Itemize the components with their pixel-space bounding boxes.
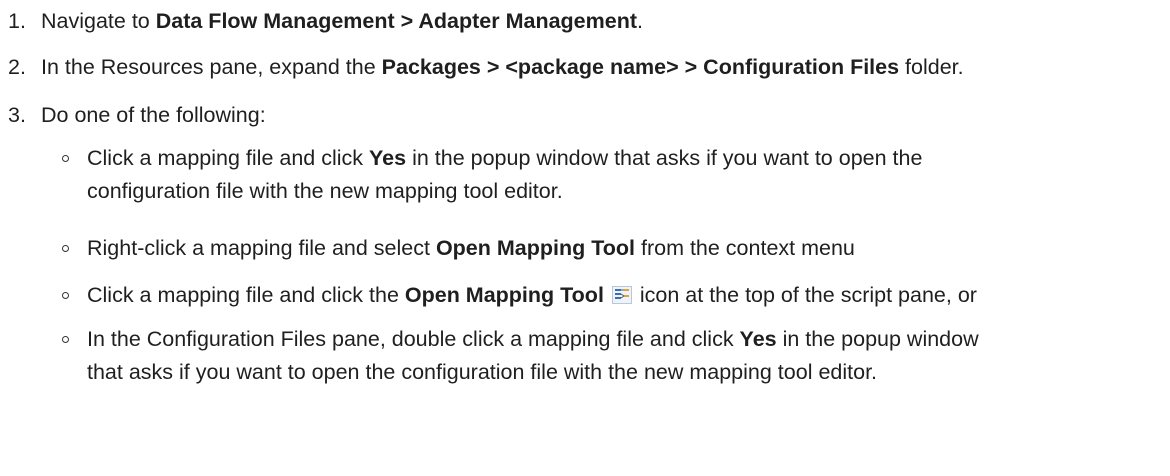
bullet-text: In the Configuration Files pane, double … [87, 323, 1170, 389]
bullet-text-part: in the popup window that asks if you wan… [406, 146, 923, 170]
menu-path: Data Flow Management > Adapter Managemen… [155, 9, 637, 33]
open-mapping-tool-label: Open Mapping Tool [435, 236, 635, 260]
step-text: Do one of the following: [41, 103, 266, 127]
step-number: 2. [8, 55, 26, 79]
bullet-circle-icon [62, 155, 69, 162]
bullet-text-part: Click a mapping file and click the [87, 283, 405, 307]
bullet-text-part: Click a mapping file and click [87, 146, 370, 170]
bullet-text-part: Right-click a mapping file and select [87, 236, 436, 260]
bullet-text-part: configuration file with the new mapping … [87, 179, 563, 203]
step-3: 3. Do one of the following: [8, 101, 266, 129]
step-text: . [637, 9, 643, 33]
step-text: folder. [899, 55, 964, 79]
step-1: 1. Navigate to Data Flow Management > Ada… [8, 7, 643, 35]
bullet-text-part: that asks if you want to open the config… [87, 360, 878, 384]
step-text: In the Resources pane, expand the [41, 55, 382, 79]
bullet-text: Click a mapping file and click the Open … [87, 279, 1170, 314]
bullet-circle-icon [62, 245, 69, 252]
bullet-text: Right-click a mapping file and select Op… [87, 232, 1170, 265]
yes-label: Yes [739, 327, 777, 351]
document: 1. Navigate to Data Flow Management > Ada… [0, 0, 1170, 476]
open-mapping-tool-label: Open Mapping Tool [404, 283, 604, 307]
folder-path: Packages > <package name> > Configuratio… [381, 55, 900, 79]
step-number: 1. [8, 9, 26, 33]
bullet-text-part: In the Configuration Files pane, double … [87, 327, 740, 351]
bullet-text-part: in the popup window [776, 327, 979, 351]
bullet-text: Click a mapping file and click Yes in th… [87, 142, 1170, 208]
bullet-circle-icon [62, 292, 69, 299]
bullet-text-part: from the context menu [635, 236, 855, 260]
mapping-tool-icon [611, 281, 632, 314]
step-2: 2. In the Resources pane, expand the Pack… [8, 53, 964, 81]
step-number: 3. [8, 103, 26, 127]
yes-label: Yes [369, 146, 407, 170]
bullet-circle-icon [62, 336, 69, 343]
step-text: Navigate to [41, 9, 156, 33]
bullet-text-part: icon at the top of the script pane, or [639, 283, 977, 307]
